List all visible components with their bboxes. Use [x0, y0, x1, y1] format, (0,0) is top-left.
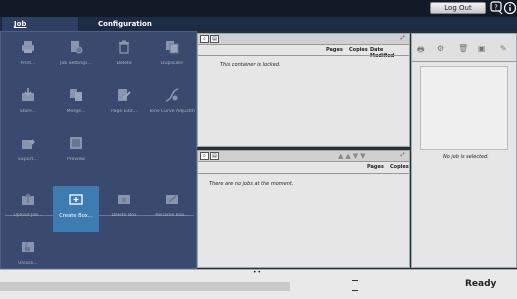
job-action-menu: Print... Job Settings... Delete Duplicat… [0, 31, 197, 269]
edit-icon[interactable]: ✎ [500, 44, 507, 53]
help-icon[interactable]: ? [490, 1, 504, 15]
trash-icon [119, 40, 129, 54]
create-box-icon [69, 194, 83, 205]
pane-toolbar: ⌕ ▤ ⤢ [198, 34, 409, 45]
list-view-icon[interactable]: ▤ [210, 35, 219, 43]
menu-item-page-edit[interactable]: Page Edit... [101, 82, 147, 128]
menu-item-label: Store... [19, 109, 37, 114]
search-icon[interactable]: ⌕ [200, 35, 209, 43]
menu-item-preview[interactable]: Preview [53, 130, 99, 176]
preview-thumbnail-area [420, 66, 508, 150]
menu-item-label: Merge... [66, 109, 86, 114]
column-header-date-modified[interactable]: Date Modified [370, 47, 409, 59]
job-list-pane: ⌕ ▤ ⤢ Pages Copies Date Modified This co… [197, 33, 410, 147]
empty-queue-message: There are no jobs at the moment. [209, 181, 294, 187]
svg-text:?: ? [494, 4, 498, 12]
print-icon[interactable]: 🖶 [417, 44, 425, 58]
column-header-pages[interactable]: Pages [367, 164, 384, 172]
menu-item-create-box[interactable]: Create Box... [53, 186, 99, 232]
tone-curve-icon [165, 88, 179, 102]
column-header-pages[interactable]: Pages [326, 47, 343, 55]
menu-item-label: Page Edit... [111, 109, 137, 114]
delete-box-icon [118, 195, 130, 204]
menu-item-rename-box[interactable]: Rename Box... [149, 186, 195, 232]
page-edit-icon [118, 89, 131, 101]
unlock-icon [22, 242, 34, 252]
menu-item-export[interactable]: Export... [5, 130, 51, 176]
preview-icon [70, 137, 82, 149]
job-settings-icon [71, 41, 83, 54]
menu-item-label: Delete Box [111, 213, 137, 218]
menu-item-upload-job[interactable]: Upload Job... [5, 186, 51, 232]
tab-job-management[interactable]: Job Management [2, 17, 78, 42]
upload-icon [22, 192, 34, 205]
job-queue-pane: ⌕ ▤ ▲▲▼▼ ⤢ Pages Copies There are no job… [197, 150, 410, 268]
menu-item-label: Upload Job... [13, 213, 43, 218]
settings-icon[interactable]: ⚙ [437, 44, 444, 53]
page-indicator: •• [253, 269, 263, 276]
no-selection-message: No job is selected. [443, 154, 489, 160]
menu-item-tone-curve[interactable]: Tone Curve Adjustment... [149, 82, 195, 128]
menu-item-label: Rename Box... [155, 213, 189, 218]
menu-item-job-settings[interactable]: Job Settings... [53, 34, 99, 80]
menu-item-label: Delete [116, 61, 132, 66]
column-header-copies[interactable]: Copies [390, 164, 409, 172]
ready-status: Ready [465, 279, 497, 289]
status-dash-bottom [352, 290, 358, 291]
pane-toolbar: ⌕ ▤ ▲▲▼▼ ⤢ [198, 151, 409, 162]
tab-configuration[interactable]: Configuration [82, 17, 166, 31]
store-icon[interactable]: ▣ [478, 44, 486, 53]
menu-item-label: Unlock... [18, 261, 38, 266]
reorder-arrows-icon[interactable]: ▲▲▼▼ [338, 152, 368, 160]
menu-item-duplicate[interactable]: Duplicate [149, 34, 195, 80]
menu-item-delete-box[interactable]: Delete Box [101, 186, 147, 232]
expand-icon[interactable]: ⤢ [398, 35, 407, 43]
menu-item-label: Create Box... [59, 213, 93, 219]
merge-icon [70, 89, 82, 101]
menu-item-label: Duplicate [161, 61, 183, 66]
menu-item-label: Preview [67, 157, 85, 162]
menu-item-label: Job Settings... [60, 61, 92, 66]
info-icon[interactable] [503, 1, 517, 15]
preview-toolbar: 🖶 ⚙ 🗑 ▣ ✎ [412, 34, 516, 62]
search-icon[interactable]: ⌕ [200, 152, 209, 160]
header-divider [198, 55, 409, 56]
menu-item-delete[interactable]: Delete [101, 34, 147, 80]
menu-item-label: Tone Curve Adjustment... [149, 109, 195, 114]
trash-icon[interactable]: 🗑 [458, 44, 468, 53]
menu-item-label: Print... [20, 61, 36, 66]
column-header-copies[interactable]: Copies [349, 47, 368, 55]
menu-item-merge[interactable]: Merge... [53, 82, 99, 128]
rename-box-icon [166, 195, 178, 204]
locked-message: This container is locked. [220, 62, 281, 68]
store-icon [22, 88, 34, 101]
list-view-icon[interactable]: ▤ [210, 152, 219, 160]
export-icon [22, 139, 35, 149]
progress-track [0, 282, 290, 291]
expand-icon[interactable]: ⤢ [398, 152, 407, 160]
menu-item-label: Export... [18, 157, 38, 162]
header-divider [198, 173, 409, 174]
print-icon [22, 41, 34, 53]
menu-item-print[interactable]: Print... [5, 34, 51, 80]
logout-button[interactable]: Log Out [430, 2, 486, 14]
duplicate-icon [166, 41, 179, 54]
menu-item-store[interactable]: Store... [5, 82, 51, 128]
status-dash-top [352, 280, 358, 281]
